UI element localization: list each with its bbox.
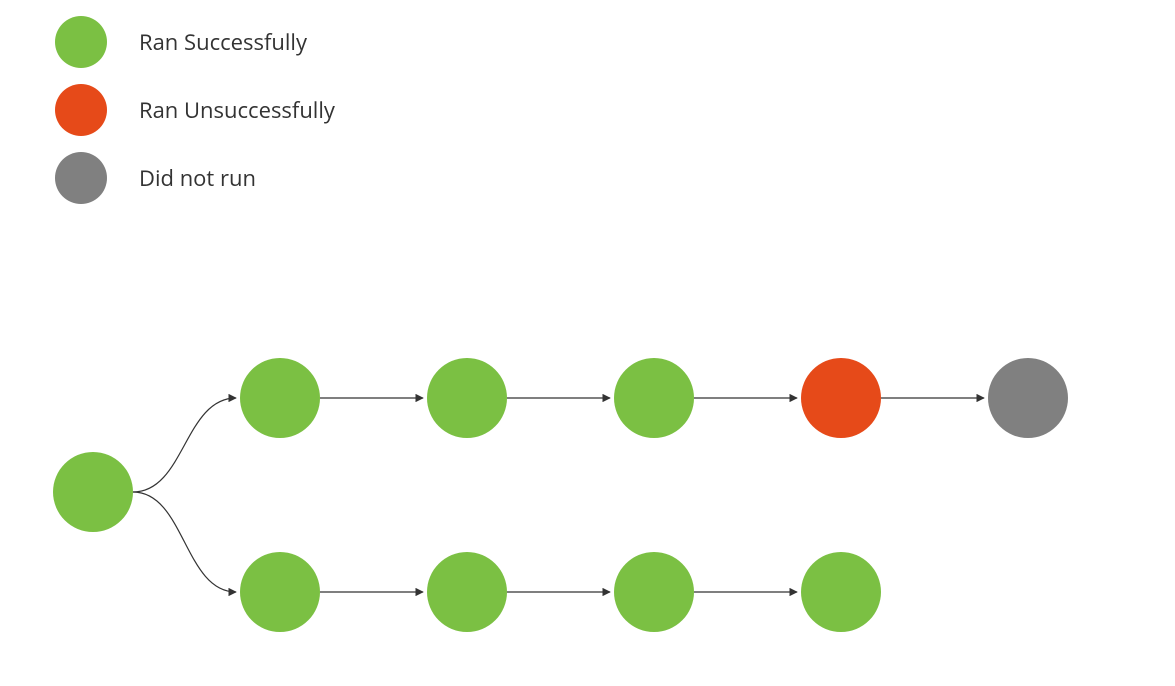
node-bot2 <box>427 552 507 632</box>
node-top4 <box>801 358 881 438</box>
node-top1 <box>240 358 320 438</box>
node-bot4 <box>801 552 881 632</box>
node-root <box>53 452 133 532</box>
edge-root-to-top1 <box>133 398 236 492</box>
node-top5 <box>988 358 1068 438</box>
node-top2 <box>427 358 507 438</box>
flow-diagram <box>0 0 1175 686</box>
nodes-layer <box>53 358 1068 632</box>
node-bot1 <box>240 552 320 632</box>
diagram-canvas: Ran Successfully Ran Unsuccessfully Did … <box>0 0 1175 686</box>
node-top3 <box>614 358 694 438</box>
edge-root-to-bot1 <box>133 492 236 592</box>
node-bot3 <box>614 552 694 632</box>
